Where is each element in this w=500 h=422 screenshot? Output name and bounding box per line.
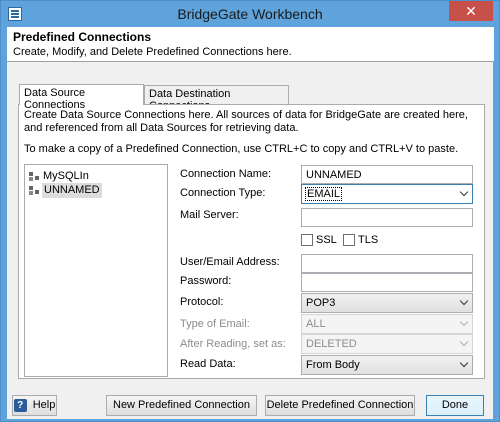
read-data-value: From Body bbox=[306, 359, 360, 371]
window-left-border bbox=[1, 27, 7, 421]
help-icon: ? bbox=[13, 398, 27, 412]
read-data-label: Read Data: bbox=[180, 358, 236, 370]
connections-tree[interactable]: MySQLIn UNNAMED bbox=[24, 164, 168, 377]
chevron-down-icon bbox=[459, 296, 469, 306]
tab-data-source-connections[interactable]: Data Source Connections bbox=[19, 84, 144, 111]
read-data-select[interactable]: From Body bbox=[301, 355, 473, 375]
protocol-value: POP3 bbox=[306, 297, 336, 309]
chevron-down-icon bbox=[459, 317, 469, 327]
close-button[interactable]: ✕ bbox=[449, 1, 493, 21]
after-reading-value: DELETED bbox=[306, 338, 357, 350]
password-input[interactable] bbox=[301, 273, 473, 292]
type-of-email-label: Type of Email: bbox=[180, 318, 250, 330]
tree-item-unnamed[interactable]: UNNAMED bbox=[29, 183, 102, 198]
connection-icon bbox=[29, 186, 40, 195]
user-email-input[interactable] bbox=[301, 254, 473, 273]
description-line-1: Create Data Source Connections here. All… bbox=[24, 109, 468, 121]
page-title: Predefined Connections bbox=[13, 30, 152, 44]
window-right-border bbox=[493, 27, 499, 421]
connection-name-label: Connection Name: bbox=[180, 168, 272, 180]
chevron-down-icon bbox=[459, 358, 469, 368]
header-panel: Predefined Connections Create, Modify, a… bbox=[7, 27, 494, 62]
tls-checkbox[interactable] bbox=[343, 234, 355, 246]
protocol-label: Protocol: bbox=[180, 296, 224, 308]
connection-type-label: Connection Type: bbox=[180, 187, 266, 199]
help-button[interactable]: ? Help bbox=[12, 395, 57, 416]
ssl-label: SSL bbox=[316, 234, 337, 246]
password-label: Password: bbox=[180, 275, 232, 287]
chevron-down-icon bbox=[459, 337, 469, 347]
chevron-down-icon bbox=[459, 187, 469, 197]
tls-label: TLS bbox=[358, 234, 379, 246]
connection-name-input[interactable] bbox=[301, 165, 473, 184]
tree-item-label: UNNAMED bbox=[44, 184, 100, 196]
tree-item-label: MySQLIn bbox=[43, 170, 89, 182]
window-title: BridgeGate Workbench bbox=[177, 6, 323, 22]
delete-predefined-connection-button[interactable]: Delete Predefined Connection bbox=[265, 395, 415, 416]
description-line-3: To make a copy of a Predefined Connectio… bbox=[24, 143, 459, 155]
page-subtitle: Create, Modify, and Delete Predefined Co… bbox=[13, 46, 292, 58]
after-reading-label: After Reading, set as: bbox=[180, 338, 286, 350]
title-bar[interactable]: BridgeGate Workbench ✕ bbox=[1, 1, 499, 27]
type-of-email-select: ALL bbox=[301, 314, 473, 334]
user-email-label: User/Email Address: bbox=[180, 256, 280, 268]
connection-type-select[interactable]: EMAIL bbox=[301, 184, 473, 204]
description-line-2: and referenced from all Data Sources for… bbox=[24, 122, 299, 134]
tree-item-mysqlin[interactable]: MySQLIn bbox=[29, 169, 89, 184]
after-reading-select: DELETED bbox=[301, 334, 473, 354]
type-of-email-value: ALL bbox=[306, 318, 326, 330]
ssl-checkbox[interactable] bbox=[301, 234, 313, 246]
connection-icon bbox=[29, 172, 40, 181]
mail-server-label: Mail Server: bbox=[180, 209, 239, 221]
help-button-label: Help bbox=[32, 399, 56, 411]
bridgegate-window: BridgeGate Workbench ✕ Predefined Connec… bbox=[0, 0, 500, 422]
close-icon: ✕ bbox=[465, 3, 477, 19]
protocol-select[interactable]: POP3 bbox=[301, 293, 473, 313]
window-bottom-border bbox=[1, 419, 499, 421]
new-predefined-connection-button[interactable]: New Predefined Connection bbox=[106, 395, 257, 416]
mail-server-input[interactable] bbox=[301, 208, 473, 227]
connection-type-value: EMAIL bbox=[304, 187, 343, 201]
done-button[interactable]: Done bbox=[426, 395, 484, 416]
tab-data-destination-connections[interactable]: Data Destination Connections bbox=[144, 85, 289, 112]
